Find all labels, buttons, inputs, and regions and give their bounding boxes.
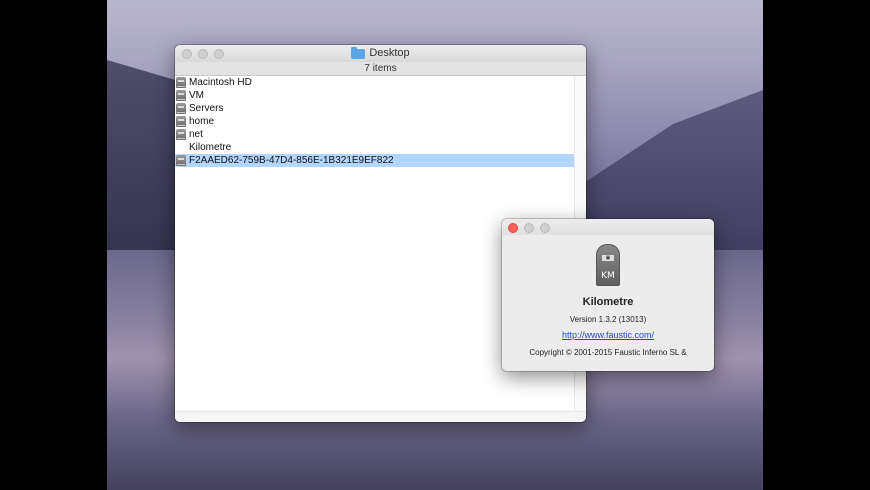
window-title: Desktop <box>351 45 410 62</box>
list-item-label: VM <box>189 90 204 101</box>
zoom-button[interactable] <box>214 49 224 59</box>
disk-icon <box>176 116 186 127</box>
copyright-text: Copyright © 2001-2015 Faustic Inferno SL… <box>529 348 687 357</box>
close-button[interactable] <box>182 49 192 59</box>
kilometre-app-icon: ▣ KM <box>596 244 620 286</box>
minimize-button[interactable] <box>198 49 208 59</box>
list-item[interactable]: net <box>175 128 575 141</box>
website-link[interactable]: http://www.faustic.com/ <box>502 330 714 340</box>
app-name: Kilometre <box>582 296 634 308</box>
item-count-bar: 7 items <box>175 62 586 76</box>
horizontal-scrollbar[interactable] <box>175 411 586 422</box>
disk-icon <box>176 129 186 140</box>
list-item-label: net <box>189 129 203 140</box>
app-version: Version 1.3.2 (13013) <box>569 315 647 324</box>
folder-icon <box>351 46 366 59</box>
list-item[interactable]: VM <box>175 89 575 102</box>
list-item-selected[interactable]: F2AAED62-759B-47D4-856E-1B321E9EF822 <box>175 154 575 167</box>
window-controls <box>182 49 224 59</box>
close-button[interactable] <box>508 223 518 233</box>
disk-icon <box>176 90 186 101</box>
app-icon-text: KM <box>601 271 615 281</box>
window-controls <box>508 223 550 233</box>
item-count: 7 items <box>364 63 397 74</box>
about-window[interactable]: ▣ KM Kilometre Version 1.3.2 (13013) htt… <box>502 219 714 371</box>
list-item-label: Macintosh HD <box>189 77 252 88</box>
list-item[interactable]: Servers <box>175 102 575 115</box>
list-item-label: home <box>189 116 215 127</box>
finder-titlebar[interactable]: Desktop <box>175 45 586 62</box>
minimize-button[interactable] <box>524 223 534 233</box>
list-item-label: Kilometre <box>189 142 232 153</box>
window-title-text: Desktop <box>369 47 410 59</box>
disk-icon <box>176 103 186 114</box>
icon-plate: ▣ <box>602 255 614 261</box>
list-item[interactable]: Kilometre <box>175 141 575 154</box>
list-item[interactable]: home <box>175 115 575 128</box>
disk-icon <box>176 155 186 166</box>
zoom-button[interactable] <box>540 223 550 233</box>
list-item-label: F2AAED62-759B-47D4-856E-1B321E9EF822 <box>189 155 394 166</box>
about-titlebar[interactable] <box>502 219 714 235</box>
disk-icon <box>176 77 186 88</box>
file-list: Macintosh HD VM Servers home net Kilomet… <box>175 76 575 167</box>
list-item[interactable]: Macintosh HD <box>175 76 575 89</box>
list-item-label: Servers <box>189 103 224 114</box>
